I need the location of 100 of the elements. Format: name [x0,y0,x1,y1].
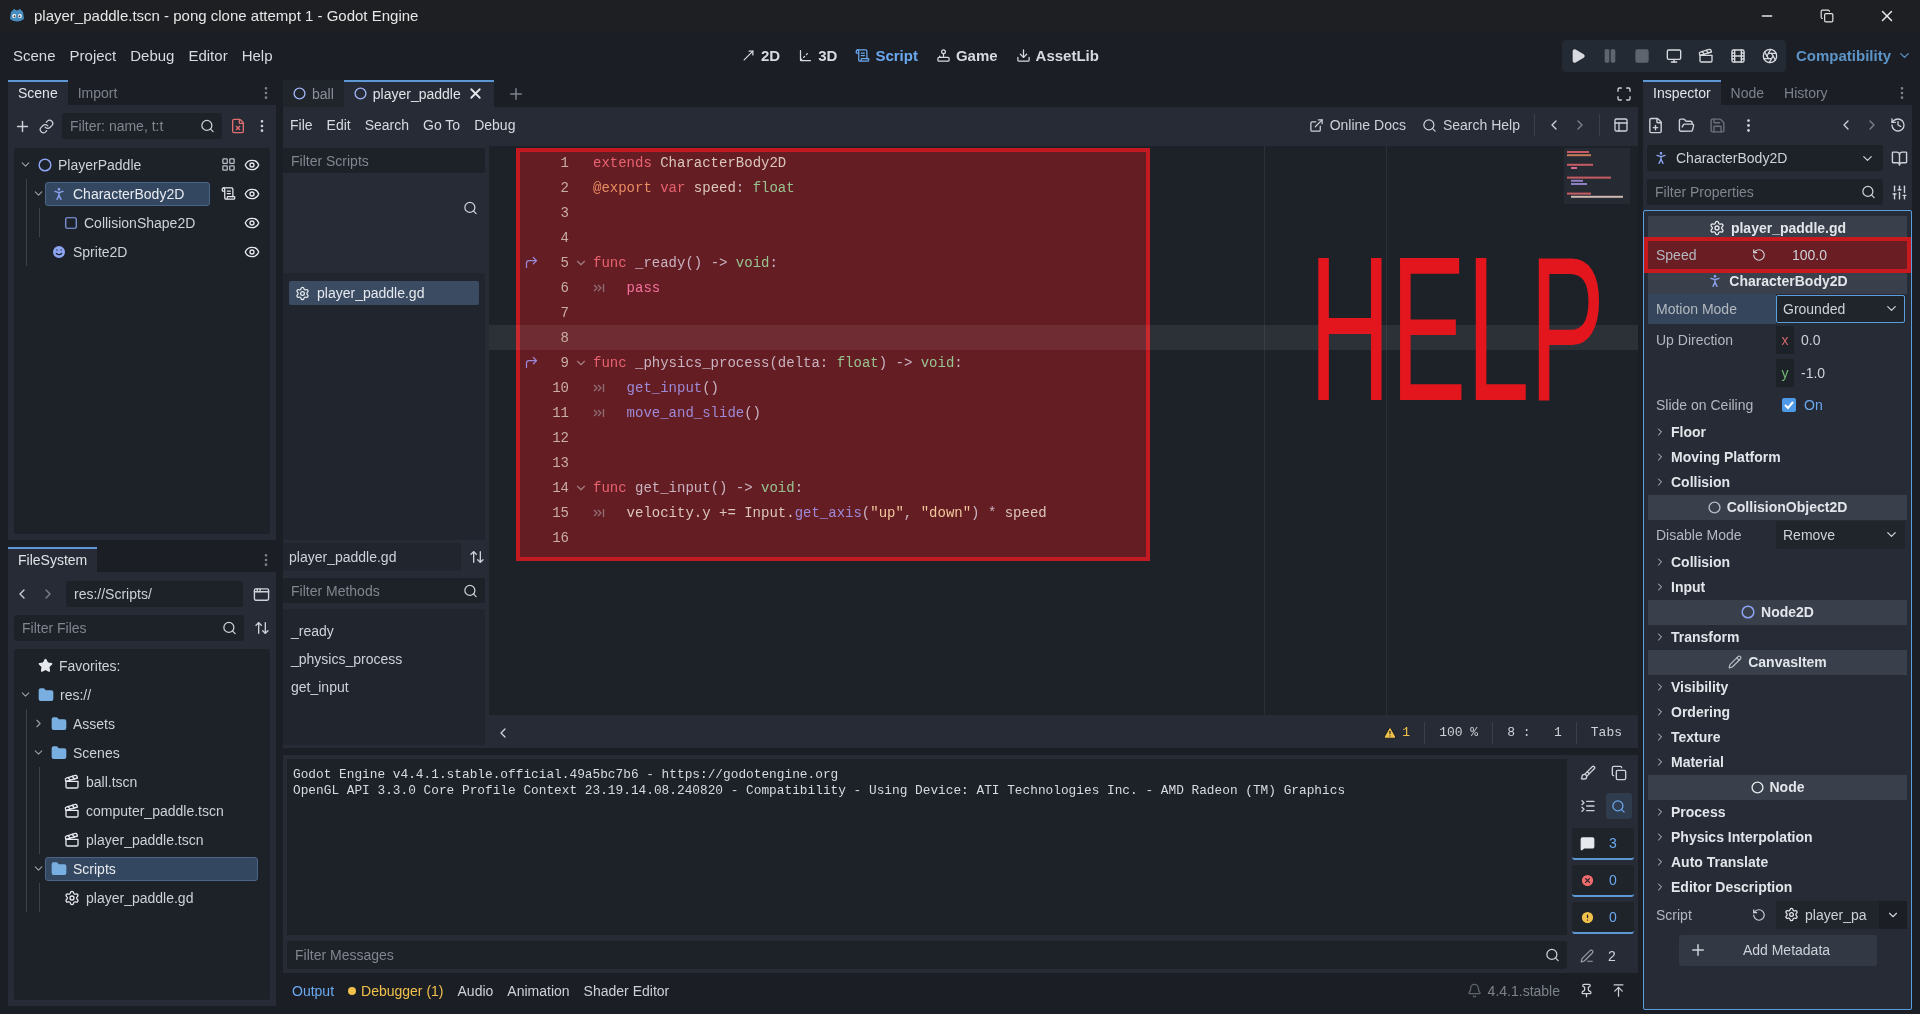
property-group[interactable]: Collision [1648,549,1907,575]
filter-toggle[interactable]: 0 [1572,902,1634,934]
tab[interactable]: FileSystem [8,547,98,572]
number-field[interactable]: 0.0 [1801,332,1821,348]
filter-toggle[interactable]: 2 [1572,941,1634,973]
override-arrow-icon[interactable] [524,255,539,270]
link-icon[interactable] [39,118,54,134]
menu-item[interactable]: File [283,113,320,137]
tree-item[interactable]: Assets [45,711,258,736]
tree-item[interactable]: computer_paddle.tscn [58,798,258,823]
workspace-tab[interactable]: Game [926,43,1007,68]
panel-tab[interactable]: Audio [450,979,501,1002]
tree-item[interactable]: Scripts [45,856,258,881]
scroll-icon[interactable] [220,186,236,201]
checkbox-toggle[interactable]: On [1776,396,1823,413]
menu-item[interactable]: Debug [123,43,182,68]
resource-picker[interactable]: player_pa [1776,900,1907,929]
override-arrow-icon[interactable] [524,355,539,370]
filter-field[interactable]: Filter: name, t:t [62,113,222,139]
property-group[interactable]: Collision [1648,469,1907,495]
book-icon[interactable] [1891,149,1908,167]
new-file-icon[interactable] [1647,116,1664,134]
menu-item[interactable]: Editor [181,43,235,68]
menu-item[interactable]: Help [234,43,280,68]
search-icon[interactable] [200,118,215,134]
path-field[interactable]: res://Scripts/ [66,581,243,607]
pin-icon[interactable] [1578,983,1594,998]
help-link[interactable]: Search Help [1413,113,1528,137]
menu-item[interactable]: Go To [416,113,468,137]
property-group[interactable]: Visibility [1648,674,1907,700]
tree-item[interactable]: res:// [32,682,258,707]
property-group[interactable]: Transform [1648,624,1907,650]
panel-tab[interactable]: Animation [500,979,577,1002]
tab[interactable]: Import [67,80,128,105]
history-icon[interactable] [1890,117,1906,133]
dropdown[interactable]: Grounded [1776,294,1905,323]
panel-tab[interactable]: Shader Editor [576,979,677,1002]
search-icon[interactable] [1545,947,1560,963]
property-group[interactable]: Texture [1648,724,1907,750]
tree-item[interactable]: CollisionShape2D [58,210,210,235]
clapperboard-icon[interactable] [1698,47,1714,64]
filter-toggle[interactable]: 3 [1572,828,1634,860]
filter-field[interactable]: Filter Scripts [283,148,485,173]
workspace-tab[interactable]: 3D [789,43,847,68]
number-field[interactable]: 100.0 [1776,246,1907,263]
tab[interactable]: Node [1720,80,1775,105]
tree-item[interactable]: PlayerPaddle [32,152,210,177]
revert-icon[interactable] [1752,247,1766,262]
tree-item[interactable]: CharacterBody2D [45,181,210,206]
search-icon[interactable] [222,620,237,636]
property-group[interactable]: Floor [1648,419,1907,445]
folder-open-icon[interactable] [1678,116,1695,134]
indent-mode-button[interactable]: Tabs [1582,723,1630,742]
grid-icon[interactable] [220,157,236,172]
property-group[interactable]: Ordering [1648,699,1907,725]
window-icon[interactable] [253,585,270,603]
tree-item[interactable]: Favorites: [32,653,258,678]
filter-field[interactable]: Filter Properties [1647,179,1883,205]
tree-item[interactable]: Sprite2D [45,239,210,264]
tree-item[interactable]: ball.tscn [58,769,258,794]
menu-item[interactable]: Debug [467,113,523,137]
dropdown[interactable]: Remove [1776,520,1905,549]
method-item[interactable]: _ready [289,617,479,645]
menu-item[interactable]: Edit [319,113,358,137]
add-metadata-button[interactable]: Add Metadata [1678,934,1877,966]
maximize-icon[interactable] [1616,85,1632,102]
document-tab[interactable]: player_paddle [343,80,494,107]
restore-icon[interactable] [1820,8,1834,23]
menu-item[interactable]: Search [357,113,417,137]
brush-icon[interactable] [1579,765,1596,781]
file-x-icon[interactable] [230,118,246,134]
copy-icon[interactable] [1610,765,1627,781]
number-field[interactable]: -1.0 [1801,365,1826,381]
document-tab[interactable]: ball [283,80,344,107]
property-group[interactable]: Physics Interpolation [1648,824,1907,850]
workspace-tab[interactable]: AssetLib [1006,43,1108,68]
sort-icon[interactable] [469,549,485,565]
film-icon[interactable] [1730,47,1746,64]
menu-item[interactable]: Project [62,43,124,68]
filter-field[interactable]: Filter Methods [283,578,485,603]
object-selector[interactable]: CharacterBody2D [1647,145,1883,171]
property-group[interactable]: Process [1648,799,1907,825]
tree-item[interactable]: player_paddle.gd [58,885,258,910]
tab[interactable]: Inspector [1643,80,1721,105]
panel-tab[interactable]: Output [285,979,342,1002]
search-icon[interactable] [463,200,478,216]
monitor-icon[interactable] [1666,47,1682,64]
renderer-dropdown[interactable]: Compatibility [1794,47,1914,64]
panel-tab[interactable]: Debugger (1) [341,979,451,1002]
play-icon[interactable] [1570,47,1586,64]
revert-icon[interactable] [1752,907,1766,922]
menu-item[interactable]: Scene [6,43,63,68]
file-list-item[interactable]: player_paddle.gd [289,281,479,305]
property-group[interactable]: Auto Translate [1648,849,1907,875]
sort-icon[interactable] [254,620,270,636]
workspace-tab[interactable]: Script [846,43,927,68]
bell-icon[interactable] [1466,983,1482,998]
search-icon[interactable] [463,583,478,598]
workspace-tab[interactable]: 2D [732,43,790,68]
tree-item[interactable]: Scenes [45,740,258,765]
